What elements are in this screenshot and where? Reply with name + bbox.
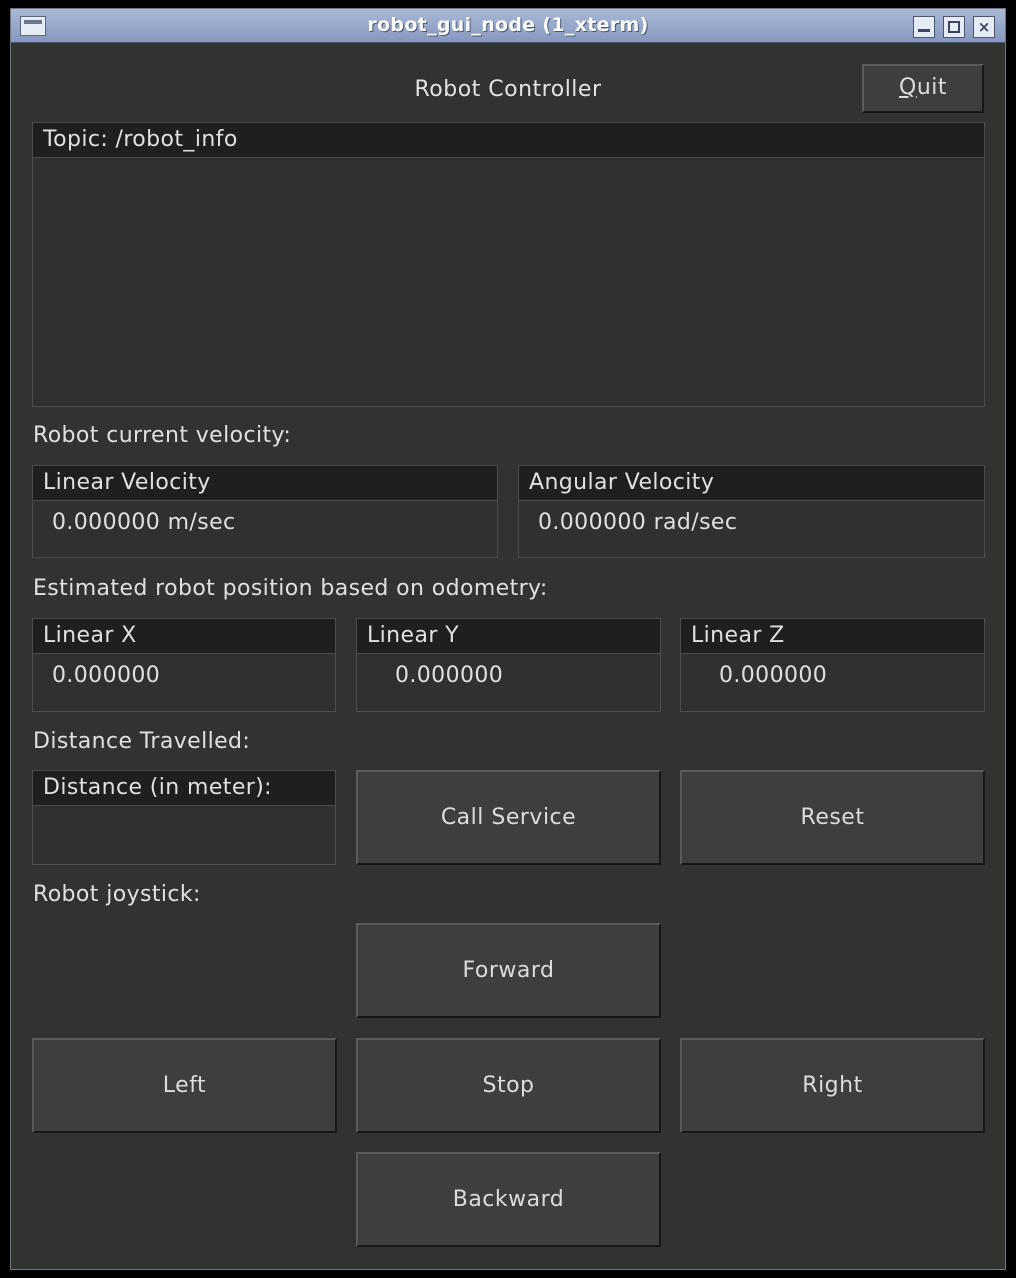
linear-x-value: 0.000000 (52, 663, 161, 688)
linear-z-value: 0.000000 (719, 663, 828, 688)
linear-velocity-value: 0.000000 m/sec (52, 510, 236, 535)
minimize-icon[interactable] (913, 16, 935, 38)
stop-button[interactable]: Stop (356, 1038, 661, 1133)
stop-label: Stop (482, 1073, 535, 1098)
left-button[interactable]: Left (32, 1038, 337, 1133)
quit-button[interactable]: Quit (862, 64, 984, 113)
linear-y-header: Linear Y (357, 619, 660, 654)
reset-label: Reset (800, 805, 865, 830)
quit-label: uit (916, 75, 947, 100)
angular-velocity-value: 0.000000 rad/sec (538, 510, 738, 535)
linear-y-value: 0.000000 (395, 663, 504, 688)
distance-header: Distance (in meter): (33, 771, 335, 806)
topic-header: Topic: /robot_info (33, 123, 984, 158)
left-label: Left (162, 1073, 207, 1098)
linear-velocity-header: Linear Velocity (33, 466, 497, 501)
maximize-icon[interactable] (943, 16, 965, 38)
app-window: robot_gui_node (1_xterm) × Robot Control… (10, 8, 1006, 1270)
quit-mnemonic: Q (898, 75, 917, 100)
forward-button[interactable]: Forward (356, 923, 661, 1018)
velocity-section-label: Robot current velocity: (33, 423, 292, 448)
reset-button[interactable]: Reset (680, 770, 985, 865)
angular-velocity-panel: Angular Velocity 0.000000 rad/sec (518, 465, 985, 558)
linear-z-header: Linear Z (681, 619, 984, 654)
window-title: robot_gui_node (1_xterm) (367, 14, 649, 36)
linear-z-panel: Linear Z 0.000000 (680, 618, 985, 712)
angular-velocity-header: Angular Velocity (519, 466, 984, 501)
page-title: Robot Controller (414, 77, 602, 102)
distance-panel: Distance (in meter): (32, 770, 336, 865)
backward-button[interactable]: Backward (356, 1152, 661, 1247)
topic-panel: Topic: /robot_info (32, 122, 985, 407)
right-button[interactable]: Right (680, 1038, 985, 1133)
forward-label: Forward (462, 958, 555, 983)
close-icon[interactable]: × (973, 16, 995, 38)
linear-y-panel: Linear Y 0.000000 (356, 618, 661, 712)
call-service-label: Call Service (440, 805, 577, 830)
right-label: Right (802, 1073, 863, 1098)
backward-label: Backward (452, 1187, 565, 1212)
linear-x-panel: Linear X 0.000000 (32, 618, 336, 712)
position-section-label: Estimated robot position based on odomet… (33, 576, 548, 601)
call-service-button[interactable]: Call Service (356, 770, 661, 865)
linear-velocity-panel: Linear Velocity 0.000000 m/sec (32, 465, 498, 558)
joystick-section-label: Robot joystick: (33, 882, 201, 907)
title-bar[interactable]: robot_gui_node (1_xterm) × (11, 9, 1005, 43)
linear-x-header: Linear X (33, 619, 335, 654)
distance-section-label: Distance Travelled: (33, 729, 251, 754)
